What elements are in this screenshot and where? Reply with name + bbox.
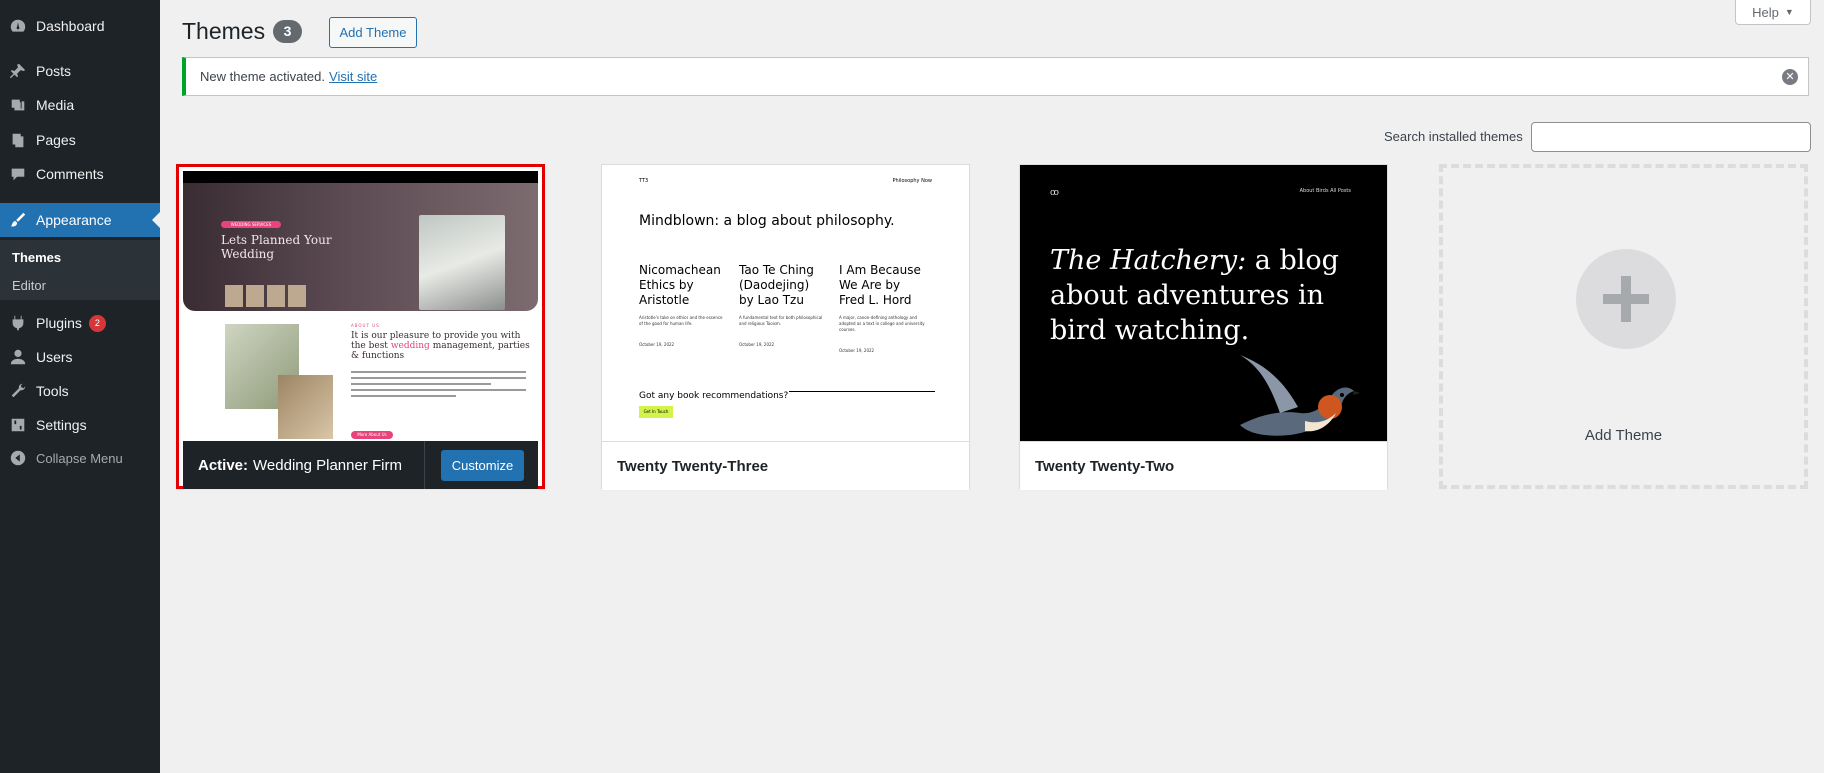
- caret-down-icon: ▼: [1784, 7, 1794, 17]
- theme-activated-notice: New theme activated. Visit site ✕: [182, 57, 1809, 96]
- tt2-preview: ꝏ About Birds All Posts The Hatchery: a …: [1020, 165, 1387, 441]
- sidebar-item-plugins[interactable]: Plugins 2: [0, 306, 160, 340]
- theme-screenshot[interactable]: WEDDING SERVICES Lets Planned Your Weddi…: [183, 171, 538, 443]
- admin-sidebar: Dashboard Posts Media Pages Comments App…: [0, 0, 160, 773]
- sidebar-item-media[interactable]: Media: [0, 88, 160, 122]
- sidebar-item-users[interactable]: Users: [0, 340, 160, 374]
- dashboard-icon: [0, 17, 36, 35]
- customize-button[interactable]: Customize: [441, 450, 524, 481]
- wedding-preview: WEDDING SERVICES Lets Planned Your Weddi…: [183, 171, 538, 443]
- collapse-menu-label: Collapse Menu: [36, 450, 123, 466]
- theme-name-bar: Twenty Twenty-Three: [602, 441, 969, 490]
- theme-card-twenty-twenty-three[interactable]: TT3 Philosophy Now Mindblown: a blog abo…: [601, 164, 970, 490]
- preview-post: I Am Because We Are by Fred L. Hord A ma…: [839, 263, 925, 353]
- sidebar-item-label: Appearance: [36, 212, 112, 228]
- preview-body-lines: [351, 371, 526, 401]
- theme-name: Twenty Twenty-Three: [617, 457, 769, 475]
- sidebar-item-label: Tools: [36, 383, 69, 399]
- preview-topbar: [183, 171, 538, 183]
- preview-heading: Mindblown: a blog about philosophy.: [639, 213, 895, 229]
- sidebar-item-appearance[interactable]: Appearance: [0, 203, 160, 237]
- preview-venue-image: [278, 375, 333, 439]
- search-label: Search installed themes: [1384, 129, 1523, 144]
- sidebar-item-posts[interactable]: Posts: [0, 54, 160, 88]
- theme-name: Wedding Planner Firm: [253, 456, 402, 474]
- sidebar-item-label: Pages: [36, 132, 76, 148]
- appearance-submenu: Themes Editor: [0, 240, 160, 300]
- tt3-preview: TT3 Philosophy Now Mindblown: a blog abo…: [602, 165, 969, 441]
- theme-name-bar: Twenty Twenty-Two: [1020, 441, 1387, 490]
- preview-thumbnails: [225, 285, 306, 307]
- pin-icon: [0, 62, 36, 80]
- preview-about-text: It is our pleasure to provide you with t…: [351, 331, 530, 361]
- help-tab-button[interactable]: Help ▼: [1735, 0, 1811, 25]
- notice-text: New theme activated.: [200, 69, 326, 84]
- preview-logo: ꝏ: [1050, 188, 1059, 198]
- collapse-menu-button[interactable]: Collapse Menu: [0, 441, 160, 475]
- preview-nav: About Birds All Posts: [1299, 188, 1351, 194]
- theme-name: Twenty Twenty-Two: [1035, 457, 1175, 475]
- preview-rule: [789, 391, 935, 392]
- sidebar-item-label: Media: [36, 97, 75, 113]
- bird-illustration: [1240, 355, 1360, 436]
- add-new-theme-card[interactable]: Add Theme: [1439, 164, 1808, 489]
- divider: [424, 441, 425, 489]
- search-themes-input[interactable]: [1531, 122, 1811, 152]
- media-icon: [0, 96, 36, 114]
- theme-card-twenty-twenty-two[interactable]: ꝏ About Birds All Posts The Hatchery: a …: [1019, 164, 1388, 490]
- sidebar-item-comments[interactable]: Comments: [0, 157, 160, 191]
- preview-more-button: More About Us: [351, 431, 393, 439]
- help-label: Help: [1752, 4, 1779, 20]
- preview-post: Nicomachean Ethics by Aristotle Aristotl…: [639, 263, 723, 347]
- theme-card-wedding-planner-firm[interactable]: WEDDING SERVICES Lets Planned Your Weddi…: [176, 164, 545, 489]
- pages-icon: [0, 131, 36, 149]
- settings-icon: [0, 416, 36, 434]
- preview-button: Get In Touch: [639, 406, 673, 418]
- sidebar-item-label: Dashboard: [36, 18, 105, 34]
- brush-icon: [0, 211, 36, 229]
- submenu-item-editor[interactable]: Editor: [12, 278, 46, 293]
- sidebar-item-tools[interactable]: Tools: [0, 374, 160, 408]
- sidebar-item-pages[interactable]: Pages: [0, 123, 160, 157]
- comment-icon: [0, 165, 36, 183]
- preview-site-title: TT3: [639, 178, 649, 184]
- active-label: Active:: [198, 456, 249, 474]
- sidebar-item-label: Comments: [36, 166, 104, 182]
- plugin-icon: [0, 314, 36, 332]
- sidebar-item-label: Settings: [36, 417, 87, 433]
- update-count-badge: 2: [88, 314, 106, 332]
- sidebar-item-label: Posts: [36, 63, 72, 79]
- theme-count-badge: 3: [273, 20, 302, 43]
- theme-name-bar: Active: Wedding Planner Firm Customize: [183, 441, 538, 489]
- submenu-item-themes[interactable]: Themes: [12, 250, 61, 265]
- wrench-icon: [0, 382, 36, 400]
- add-theme-button[interactable]: Add Theme: [329, 17, 417, 48]
- preview-heading: Lets Planned Your Wedding: [221, 233, 332, 261]
- sidebar-item-label: Plugins: [36, 315, 82, 331]
- add-theme-label: Add Theme: [1584, 427, 1663, 444]
- preview-heading: The Hatchery: a blog about adventures in…: [1050, 245, 1339, 346]
- sidebar-item-settings[interactable]: Settings: [0, 408, 160, 442]
- theme-screenshot[interactable]: TT3 Philosophy Now Mindblown: a blog abo…: [602, 165, 969, 441]
- collapse-arrow-icon: [0, 449, 36, 467]
- theme-screenshot[interactable]: ꝏ About Birds All Posts The Hatchery: a …: [1020, 165, 1387, 441]
- plus-icon: [1576, 249, 1676, 349]
- preview-post: Tao Te Ching (Daodejing) by Lao Tzu A fu…: [739, 263, 823, 347]
- visit-site-link[interactable]: Visit site: [329, 69, 377, 84]
- user-icon: [0, 348, 36, 366]
- preview-about-label: ABOUT US: [351, 323, 380, 328]
- sidebar-item-label: Users: [36, 349, 73, 365]
- preview-nav: Philosophy Now: [892, 178, 932, 184]
- dismiss-notice-icon[interactable]: ✕: [1782, 69, 1798, 85]
- preview-bride-image: [419, 215, 505, 310]
- page-title: Themes: [182, 18, 266, 44]
- preview-pill: WEDDING SERVICES: [221, 221, 281, 228]
- preview-question: Got any book recommendations?: [639, 391, 789, 401]
- sidebar-item-dashboard[interactable]: Dashboard: [0, 9, 160, 43]
